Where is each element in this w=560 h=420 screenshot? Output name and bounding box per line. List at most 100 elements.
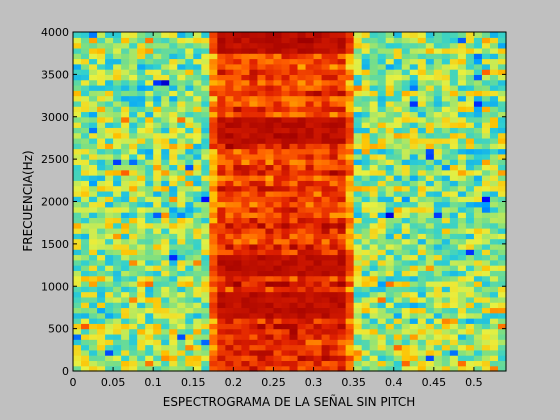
spectrogram-cell — [225, 63, 234, 70]
spectrogram-cell — [73, 190, 82, 197]
spectrogram-cell — [153, 286, 162, 293]
spectrogram-cell — [97, 201, 106, 208]
spectrogram-cell — [345, 63, 355, 70]
spectrogram-cell — [201, 328, 210, 335]
spectrogram-cell — [345, 217, 355, 224]
spectrogram-cell — [273, 116, 283, 123]
spectrogram-cell — [233, 100, 242, 107]
spectrogram-cell — [209, 111, 218, 118]
spectrogram-cell — [337, 254, 347, 261]
spectrogram-cell — [385, 333, 395, 340]
spectrogram-cell — [217, 323, 226, 330]
spectrogram-cell — [113, 333, 122, 340]
spectrogram-cell — [417, 339, 427, 346]
spectrogram-cell — [417, 137, 427, 144]
spectrogram-cell — [105, 217, 114, 224]
spectrogram-cell — [137, 339, 146, 346]
spectrogram-cell — [433, 312, 443, 319]
spectrogram-cell — [121, 106, 130, 113]
spectrogram-cell — [361, 339, 371, 346]
spectrogram-cell — [73, 355, 82, 362]
spectrogram-cell — [185, 233, 194, 240]
spectrogram-cell — [241, 227, 251, 234]
spectrogram-cell — [153, 275, 162, 282]
spectrogram-cell — [305, 349, 315, 356]
spectrogram-cell — [393, 243, 403, 250]
spectrogram-cell — [473, 302, 483, 309]
spectrogram-cell — [257, 180, 267, 187]
spectrogram-cell — [169, 212, 178, 218]
spectrogram-cell — [305, 201, 315, 208]
spectrogram-cell — [89, 339, 98, 346]
spectrogram-cell — [97, 312, 106, 319]
spectrogram-cell — [281, 302, 291, 309]
spectrogram-cell — [337, 196, 347, 203]
spectrogram-cell — [321, 318, 331, 324]
spectrogram-cell — [377, 259, 387, 266]
spectrogram-cell — [169, 84, 178, 91]
spectrogram-cell — [385, 47, 395, 54]
spectrogram-cell — [417, 196, 427, 203]
spectrogram-cell — [417, 42, 427, 49]
spectrogram-cell — [249, 185, 259, 192]
spectrogram-cell — [441, 122, 451, 128]
spectrogram-cell — [441, 42, 451, 49]
spectrogram-cell — [97, 339, 106, 346]
spectrogram-cell — [137, 307, 146, 314]
spectrogram-cell — [497, 254, 507, 261]
spectrogram-cell — [201, 175, 210, 181]
spectrogram-cell — [449, 349, 459, 356]
spectrogram-cell — [377, 79, 387, 86]
spectrogram-cell — [73, 74, 82, 81]
spectrogram-cell — [217, 212, 226, 218]
spectrogram-cell — [265, 259, 275, 266]
spectrogram-cell — [481, 259, 491, 266]
spectrogram-cell — [481, 249, 491, 256]
spectrogram-cell — [449, 58, 459, 65]
spectrogram-cell — [449, 360, 459, 367]
x-axis-label: ESPECTROGRAMA DE LA SEÑAL SIN PITCH — [163, 394, 416, 409]
spectrogram-cell — [81, 116, 90, 123]
spectrogram-cell — [457, 137, 467, 144]
spectrogram-cell — [361, 169, 371, 176]
spectrogram-cell — [273, 355, 283, 362]
spectrogram-cell — [289, 111, 299, 118]
spectrogram-cell — [321, 106, 331, 113]
spectrogram-cell — [153, 254, 162, 261]
spectrogram-cell — [185, 111, 194, 118]
spectrogram-cell — [81, 227, 90, 234]
spectrogram-cell — [361, 355, 371, 362]
spectrogram-cell — [169, 286, 178, 293]
spectrogram-cell — [153, 201, 162, 208]
spectrogram-cell — [361, 106, 371, 113]
spectrogram-cell — [249, 79, 259, 86]
spectrogram-cell — [441, 360, 451, 367]
spectrogram-cell — [185, 153, 194, 160]
spectrogram-cell — [465, 90, 475, 97]
spectrogram-cell — [73, 206, 82, 213]
spectrogram-cell — [201, 164, 210, 171]
spectrogram-cell — [201, 227, 210, 234]
spectrogram-cell — [105, 227, 114, 234]
spectrogram-cell — [353, 148, 363, 155]
spectrogram-cell — [481, 360, 491, 367]
spectrogram-cell — [249, 307, 259, 314]
spectrogram-cell — [297, 201, 307, 208]
spectrogram-cell — [145, 58, 154, 65]
spectrogram-cell — [89, 265, 98, 271]
spectrogram-cell — [113, 175, 122, 181]
spectrogram-cell — [337, 360, 347, 367]
spectrogram-cell — [497, 106, 507, 113]
spectrogram-cell — [273, 238, 283, 245]
spectrogram-cell — [401, 132, 411, 139]
spectrogram-cell — [409, 312, 419, 319]
spectrogram-cell — [473, 95, 483, 102]
spectrogram-cell — [89, 355, 98, 362]
spectrogram-cell — [393, 206, 403, 213]
spectrogram-cell — [377, 302, 387, 309]
spectrogram-cell — [265, 63, 275, 70]
spectrogram-cell — [201, 254, 210, 261]
spectrogram-cell — [417, 280, 427, 287]
spectrogram-cell — [401, 323, 411, 330]
spectrogram-cell — [153, 190, 162, 197]
